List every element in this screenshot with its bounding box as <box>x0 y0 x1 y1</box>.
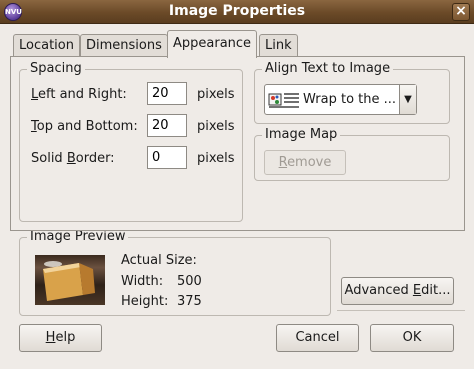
window-title: Image Properties <box>168 3 306 19</box>
top-bottom-unit: pixels <box>197 119 235 134</box>
width-value: 500 <box>177 274 202 289</box>
cancel-button[interactable]: Cancel <box>276 324 359 352</box>
help-button[interactable]: Help <box>19 324 102 352</box>
advanced-edit-button[interactable]: Advanced Edit... <box>341 277 454 305</box>
top-bottom-label: Top and Bottom: <box>31 119 138 134</box>
chevron-down-icon[interactable]: ▼ <box>399 85 416 114</box>
height-label: Height: <box>121 294 169 309</box>
ok-button[interactable]: OK <box>370 324 454 352</box>
image-map-legend: Image Map <box>262 127 341 142</box>
solid-border-unit: pixels <box>197 151 235 166</box>
align-text-select[interactable]: Wrap to the ... ▼ <box>264 84 417 115</box>
top-bottom-input[interactable] <box>147 114 187 137</box>
separator <box>337 310 465 311</box>
spacing-legend: Spacing <box>27 61 85 76</box>
cheese-image <box>43 261 95 301</box>
left-right-label: Left and Right: <box>31 87 127 102</box>
solid-border-input[interactable] <box>147 146 187 169</box>
tab-location[interactable]: Location <box>13 34 80 58</box>
close-button[interactable]: × <box>452 3 470 21</box>
width-label: Width: <box>121 274 164 289</box>
solid-border-label: Solid Border: <box>31 151 115 166</box>
left-right-unit: pixels <box>197 87 235 102</box>
image-preview-thumbnail <box>35 255 105 305</box>
tab-dimensions[interactable]: Dimensions <box>80 34 168 58</box>
image-preview-legend: Image Preview <box>27 229 129 244</box>
remove-button[interactable]: Remove <box>264 150 346 175</box>
actual-size-label: Actual Size: <box>121 253 197 268</box>
height-value: 375 <box>177 294 202 309</box>
left-right-input[interactable] <box>147 82 187 105</box>
align-text-legend: Align Text to Image <box>262 61 394 76</box>
wrap-text-icon <box>268 93 299 108</box>
title-bar: NVU Image Properties × <box>0 0 474 24</box>
tab-appearance[interactable]: Appearance <box>167 30 258 58</box>
tab-link[interactable]: Link <box>259 34 298 58</box>
align-selected-value: Wrap to the ... <box>303 92 397 107</box>
